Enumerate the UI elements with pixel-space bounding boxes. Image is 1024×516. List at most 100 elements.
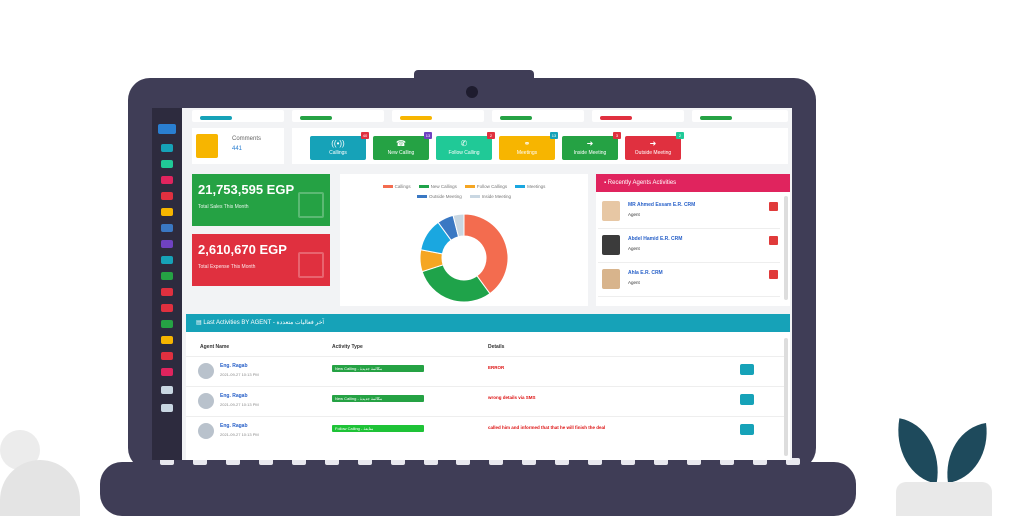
sidebar-folder-icon[interactable] bbox=[161, 208, 173, 216]
delete-icon[interactable] bbox=[769, 236, 778, 245]
action-button-follow-calling[interactable]: ✆ Follow Calling 2 bbox=[436, 132, 495, 160]
cart-icon bbox=[298, 192, 324, 218]
dashboard-screen: Comments 441 ((•)) Callings 40 ☎ New Calling… bbox=[152, 108, 792, 460]
action-button-callings[interactable]: ((•)) Callings 40 bbox=[310, 132, 369, 160]
action-label: New Calling bbox=[387, 150, 415, 156]
action-button-meetings[interactable]: ⚭ Meetings 13 bbox=[499, 132, 558, 160]
sidebar-network-icon[interactable] bbox=[161, 386, 173, 394]
last-activities-title: ▤ Last Activities BY AGENT - آخر فعاليات… bbox=[186, 314, 790, 332]
sidebar-money-icon[interactable] bbox=[161, 320, 173, 328]
sidebar-report-icon[interactable] bbox=[161, 288, 173, 296]
action-label: Callings bbox=[329, 150, 347, 156]
agent-item[interactable]: Ahla E.R. CRM Agent bbox=[598, 264, 780, 297]
sidebar-handshake-icon[interactable] bbox=[161, 256, 173, 264]
action-label: Inside Meeting bbox=[573, 150, 607, 156]
column-details: Details bbox=[488, 344, 505, 350]
recent-agents-title: ▪ Recently Agents Activities bbox=[596, 174, 790, 192]
door-out-icon: ➜ bbox=[649, 139, 657, 148]
sidebar-user-icon[interactable] bbox=[161, 144, 173, 152]
summary-strip-6 bbox=[692, 110, 788, 122]
plant-leaf-right bbox=[940, 423, 994, 483]
total-expense-label: Total Expense This Month bbox=[198, 264, 256, 270]
agent-role: Agent bbox=[628, 246, 640, 251]
activity-details: wrong details via SMS bbox=[488, 395, 536, 400]
view-button[interactable] bbox=[740, 364, 754, 375]
action-label: Meetings bbox=[516, 150, 538, 156]
agent-item[interactable]: MR Ahmed Essam E.R. CRM Agent bbox=[598, 196, 780, 229]
phone-icon: ✆ bbox=[460, 139, 468, 148]
agent-name[interactable]: Eng. Ragab bbox=[220, 363, 248, 369]
activity-date: 2021-09-27 10:13 PM bbox=[220, 402, 259, 407]
count-badge: 13 bbox=[550, 132, 558, 139]
comments-label: Comments bbox=[232, 136, 262, 142]
activities-donut-panel: Callings New Callings Follow Callings Meeti… bbox=[340, 174, 588, 306]
activity-type-badge: New Calling - مكالمة جديدة bbox=[332, 365, 424, 372]
column-agent-name: Agent Name bbox=[200, 344, 230, 350]
activity-date: 2021-09-27 10:13 PM bbox=[220, 432, 259, 437]
total-expense-card: 2,610,670 EGP Total Expense This Month bbox=[192, 234, 330, 286]
sidebar-alert-icon[interactable] bbox=[161, 368, 173, 376]
agent-name[interactable]: MR Ahmed Essam E.R. CRM bbox=[628, 202, 695, 208]
sidebar-settings-icon[interactable] bbox=[161, 404, 173, 412]
summary-strip-5 bbox=[592, 110, 684, 122]
count-badge: 40 bbox=[361, 132, 369, 139]
sidebar-star-icon[interactable] bbox=[161, 336, 173, 344]
sidebar-chart-icon[interactable] bbox=[161, 224, 173, 232]
total-sales-value: 21,753,595 EGP bbox=[198, 182, 295, 197]
action-button-new-calling[interactable]: ☎ New Calling 13 bbox=[373, 132, 432, 160]
summary-strip-3 bbox=[392, 110, 484, 122]
count-badge: 2 bbox=[487, 132, 495, 139]
laptop-camera bbox=[466, 86, 478, 98]
view-button[interactable] bbox=[740, 394, 754, 405]
phone-volume-icon: ((•)) bbox=[331, 139, 345, 148]
sidebar-list-icon[interactable] bbox=[161, 240, 173, 248]
activity-details: called him and informed that that he wil… bbox=[488, 425, 606, 430]
agent-name[interactable]: Abdel Hamid E.R. CRM bbox=[628, 236, 682, 242]
agent-avatar bbox=[602, 201, 620, 221]
count-badge: 13 bbox=[424, 132, 432, 139]
action-button-outside-meeting[interactable]: ➜ Outside Meeting 2 bbox=[625, 132, 684, 160]
phone-box-icon: ☎ bbox=[396, 139, 406, 148]
comments-count: 441 bbox=[232, 146, 243, 152]
agent-role: Agent bbox=[628, 280, 640, 285]
agent-name[interactable]: Eng. Ragab bbox=[220, 393, 248, 399]
sidebar-home-icon[interactable] bbox=[158, 124, 176, 134]
sidebar-tag-icon[interactable] bbox=[161, 304, 173, 312]
activity-date: 2021-09-27 10:13 PM bbox=[220, 372, 259, 377]
sidebar-bell-icon[interactable] bbox=[161, 352, 173, 360]
agent-name[interactable]: Eng. Ragab bbox=[220, 423, 248, 429]
agent-item[interactable]: Abdel Hamid E.R. CRM Agent bbox=[598, 230, 780, 263]
last-activities-panel: ▤ Last Activities BY AGENT - آخر فعاليات… bbox=[186, 314, 790, 460]
activities-scrollbar[interactable] bbox=[784, 338, 788, 456]
sidebar-calendar-icon[interactable] bbox=[161, 176, 173, 184]
delete-icon[interactable] bbox=[769, 202, 778, 211]
summary-strip-2 bbox=[292, 110, 384, 122]
activity-buttons: ((•)) Callings 40 ☎ New Calling 13 ✆ Follow Cal… bbox=[292, 128, 788, 164]
handshake-icon: ⚭ bbox=[523, 139, 531, 148]
total-sales-card: 21,753,595 EGP Total Sales This Month bbox=[192, 174, 330, 226]
activity-details: ERROR bbox=[488, 365, 505, 370]
sidebar bbox=[152, 108, 182, 460]
table-row: Eng. Ragab 2021-09-27 10:13 PM New Calli… bbox=[186, 386, 786, 415]
comments-box[interactable]: Comments 441 bbox=[192, 128, 284, 164]
count-badge: 3 bbox=[613, 132, 621, 139]
sidebar-users-icon[interactable] bbox=[161, 160, 173, 168]
bar-chart-icon bbox=[298, 252, 324, 278]
agent-name[interactable]: Ahla E.R. CRM bbox=[628, 270, 663, 276]
laptop-base bbox=[100, 462, 856, 516]
recent-scrollbar[interactable] bbox=[784, 196, 788, 300]
delete-icon[interactable] bbox=[769, 270, 778, 279]
door-in-icon: ➜ bbox=[586, 139, 594, 148]
user-avatar-icon bbox=[198, 423, 214, 439]
sidebar-box-icon[interactable] bbox=[161, 272, 173, 280]
agent-avatar bbox=[602, 269, 620, 289]
recent-agents-panel: ▪ Recently Agents Activities MR Ahmed Es… bbox=[596, 174, 790, 306]
view-button[interactable] bbox=[740, 424, 754, 435]
comments-icon bbox=[196, 134, 218, 158]
donut-slice-new-callings[interactable] bbox=[421, 264, 491, 303]
action-button-inside-meeting[interactable]: ➜ Inside Meeting 3 bbox=[562, 132, 621, 160]
sidebar-dollar-icon[interactable] bbox=[161, 192, 173, 200]
user-avatar-icon bbox=[198, 363, 214, 379]
agent-role: Agent bbox=[628, 212, 640, 217]
plant-leaf-left bbox=[889, 418, 947, 484]
